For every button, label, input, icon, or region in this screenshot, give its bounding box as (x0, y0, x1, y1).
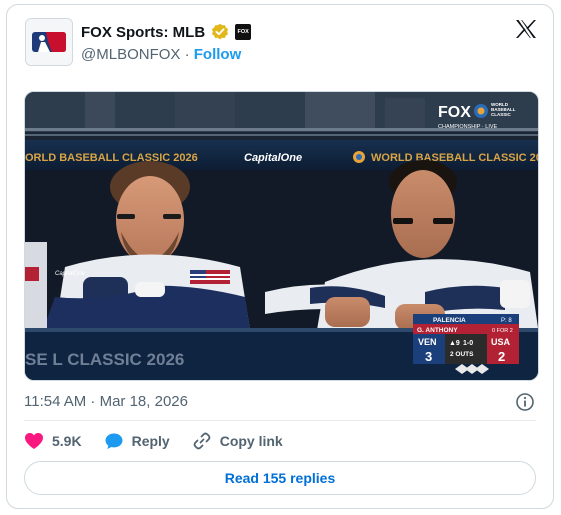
home-team: USA (491, 337, 511, 347)
account-handle[interactable]: @MLBONFOX (81, 46, 180, 63)
reply-bubble-icon (105, 433, 123, 449)
home-score: 2 (498, 349, 505, 364)
outs: 2 OUTS (450, 351, 474, 358)
championship-label: CHAMPIONSHIP · LIVE (438, 124, 498, 130)
reply-button[interactable]: Reply (104, 432, 170, 450)
handle-row: @MLBONFOX · Follow (81, 46, 241, 63)
heart-icon (25, 433, 43, 449)
info-icon[interactable] (515, 392, 535, 417)
follow-button[interactable]: Follow (194, 46, 242, 63)
read-replies-button[interactable]: Read 155 replies (24, 461, 536, 495)
copy-link-label: Copy link (219, 433, 283, 449)
banner-left-text: ORLD BASEBALL CLASSIC 2026 (25, 152, 198, 164)
tweet-media[interactable]: ORLD BASEBALL CLASSIC 2026 CapitalOne WO… (24, 91, 539, 381)
copy-link-button[interactable]: Copy link (192, 431, 283, 451)
verified-badge-icon (212, 23, 229, 40)
divider (24, 420, 536, 421)
scorebug-pitcher: PALENCIA (433, 317, 466, 324)
fox-logo: FOX (438, 104, 471, 121)
affiliate-badge[interactable]: FOX (235, 24, 252, 40)
sleeve-patch-text: CapitalOne (55, 271, 86, 277)
mlb-logo-icon (32, 32, 66, 52)
inning: ▲9 (449, 340, 460, 347)
tweet-timestamp[interactable]: 11:54 AM · Mar 18, 2026 (24, 393, 188, 410)
account-name-row: FOX Sports: MLB FOX (81, 23, 252, 41)
account-name[interactable]: FOX Sports: MLB (81, 24, 205, 41)
scorebug-batter-stat: 0 FOR 2 (492, 328, 513, 334)
bases-icon (455, 364, 489, 374)
like-button[interactable]: 5.9K (24, 432, 82, 450)
away-score: 3 (425, 349, 432, 364)
link-icon (193, 432, 211, 450)
reply-label: Reply (131, 433, 170, 449)
avatar[interactable] (25, 18, 73, 66)
scorebug-batter: G. ANTHONY (417, 327, 458, 334)
banner-sponsor-text: CapitalOne (244, 152, 302, 164)
wbc-logo-line-3: CLASSIC (491, 112, 512, 117)
banner-right-text: WORLD BASEBALL CLASSIC 20 (371, 152, 539, 164)
tweet-card: FOX Sports: MLB FOX @MLBONFOX · Follow O… (6, 4, 554, 509)
x-logo-icon[interactable] (515, 19, 537, 44)
like-count: 5.9K (52, 433, 82, 449)
partial-player (25, 242, 47, 330)
action-bar: 5.9K Reply Copy link (24, 431, 283, 451)
count: 1-0 (463, 340, 473, 347)
bottom-banner-text: SE L CLASSIC 2026 (25, 350, 184, 369)
scorebug-pitch-count: P: 8 (501, 318, 512, 324)
handle-separator: · (184, 46, 190, 63)
away-team: VEN (418, 337, 437, 347)
